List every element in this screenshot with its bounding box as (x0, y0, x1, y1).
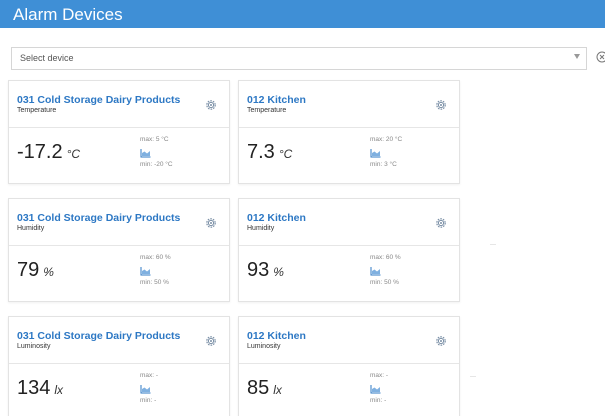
sensor-value: 134 lx (17, 377, 63, 400)
gear-icon[interactable] (205, 99, 217, 111)
sensor-unit: % (43, 265, 54, 279)
device-card: 012 Kitchen Luminosity 85 lx max: - min: … (238, 316, 460, 416)
sensor-value-number: 134 (17, 377, 51, 399)
sensor-value-number: -17.2 (17, 141, 63, 163)
threshold-max: max: - (140, 372, 159, 379)
threshold-max: max: 60 % (140, 254, 171, 261)
gear-icon[interactable] (435, 335, 447, 347)
gear-icon[interactable] (435, 99, 447, 111)
threshold-range: max: 60 % min: 50 % (370, 254, 450, 290)
sensor-type: Humidity (247, 225, 275, 232)
card-header: 012 Kitchen Luminosity (239, 317, 459, 364)
device-card: 031 Cold Storage Dairy Products Humidity… (8, 198, 230, 302)
sensor-value: 93% (247, 259, 284, 282)
sensor-value: -17.2 °C (17, 141, 80, 164)
threshold-range: max: - min: - (140, 372, 220, 408)
sensor-value-number: 7.3 (247, 141, 275, 163)
threshold-max: max: 20 °C (370, 136, 403, 143)
device-name-link[interactable]: 012 Kitchen (247, 330, 306, 342)
caret-down-icon[interactable] (574, 54, 580, 59)
sensor-unit: lx (273, 383, 282, 397)
circle-x-icon[interactable] (596, 51, 605, 63)
device-select[interactable]: Select device (11, 47, 587, 70)
threshold-range: max: 20 °C min: 3 °C (370, 136, 450, 172)
device-card: 031 Cold Storage Dairy Products Temperat… (8, 80, 230, 184)
sensor-type: Temperature (247, 107, 287, 114)
device-card: 012 Kitchen Humidity 93% max: 60 % min: … (238, 198, 460, 302)
device-card: 012 Kitchen Temperature 7.3 °C max: 20 °C… (238, 80, 460, 184)
sensor-unit: °C (66, 147, 81, 161)
sensor-value-number: 93 (247, 259, 270, 281)
divider (490, 244, 496, 245)
page-title: Alarm Devices (13, 5, 123, 24)
card-header: 031 Cold Storage Dairy Products Humidity (9, 199, 229, 246)
threshold-min: min: 3 °C (370, 161, 397, 168)
threshold-min: min: -20 °C (140, 161, 173, 168)
threshold-min: min: - (140, 397, 157, 404)
device-select-placeholder: Select device (20, 53, 74, 63)
device-card: 031 Cold Storage Dairy Products Luminosi… (8, 316, 230, 416)
device-name-link[interactable]: 012 Kitchen (247, 94, 306, 106)
threshold-max: max: - (370, 372, 389, 379)
device-name-link[interactable]: 031 Cold Storage Dairy Products (17, 94, 180, 106)
area-chart-icon[interactable] (140, 385, 151, 394)
sensor-type: Humidity (17, 225, 45, 232)
threshold-min: min: - (370, 397, 387, 404)
threshold-range: max: 5 °C min: -20 °C (140, 136, 220, 172)
gear-icon[interactable] (205, 335, 217, 347)
card-header: 012 Kitchen Temperature (239, 81, 459, 128)
sensor-unit: lx (54, 383, 64, 397)
device-name-link[interactable]: 031 Cold Storage Dairy Products (17, 212, 180, 224)
sensor-type: Temperature (17, 107, 57, 114)
threshold-min: min: 50 % (140, 279, 169, 286)
sensor-value: 7.3 °C (247, 141, 292, 164)
sensor-unit: % (273, 265, 284, 279)
card-header: 031 Cold Storage Dairy Products Temperat… (9, 81, 229, 128)
card-header: 031 Cold Storage Dairy Products Luminosi… (9, 317, 229, 364)
divider (470, 376, 476, 377)
area-chart-icon[interactable] (370, 267, 381, 276)
sensor-unit: °C (278, 147, 293, 161)
sensor-value-number: 85 (247, 377, 270, 399)
card-header: 012 Kitchen Humidity (239, 199, 459, 246)
threshold-max: max: 60 % (370, 254, 401, 261)
area-chart-icon[interactable] (140, 267, 151, 276)
device-name-link[interactable]: 012 Kitchen (247, 212, 306, 224)
threshold-max: max: 5 °C (140, 136, 169, 143)
app-header: Alarm Devices (0, 0, 605, 28)
area-chart-icon[interactable] (140, 149, 151, 158)
sensor-value: 79% (17, 259, 54, 282)
device-name-link[interactable]: 031 Cold Storage Dairy Products (17, 330, 180, 342)
threshold-min: min: 50 % (370, 279, 399, 286)
sensor-type: Luminosity (17, 343, 51, 350)
sensor-value: 85 lx (247, 377, 282, 400)
gear-icon[interactable] (205, 217, 217, 229)
threshold-range: max: - min: - (370, 372, 450, 408)
area-chart-icon[interactable] (370, 385, 381, 394)
area-chart-icon[interactable] (370, 149, 381, 158)
sensor-type: Luminosity (247, 343, 281, 350)
threshold-range: max: 60 % min: 50 % (140, 254, 220, 290)
sensor-value-number: 79 (17, 259, 40, 281)
gear-icon[interactable] (435, 217, 447, 229)
